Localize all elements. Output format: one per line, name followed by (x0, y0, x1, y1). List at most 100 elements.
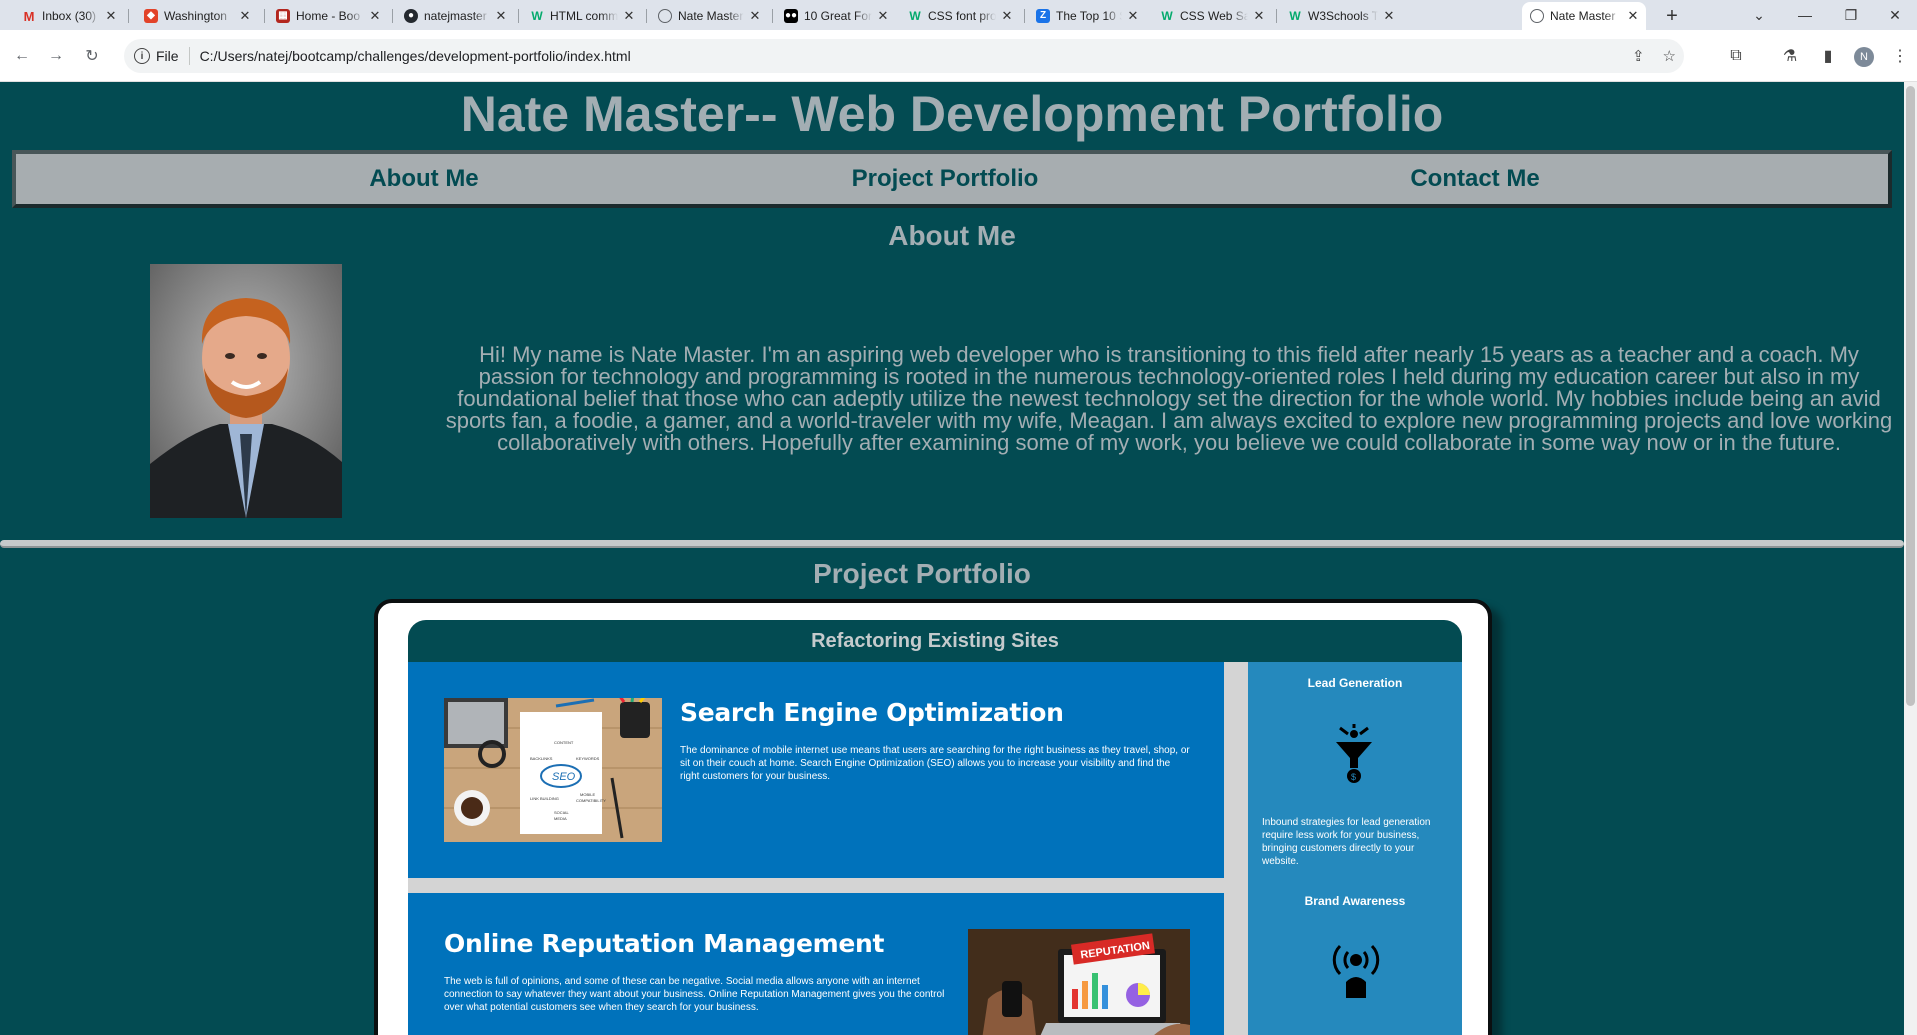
globe-icon (1530, 9, 1544, 23)
reputation-card: Online Reputation Management The web is … (408, 893, 1224, 1035)
tab-label: Home - Boo (296, 9, 361, 23)
reputation-title: Online Reputation Management (444, 929, 885, 958)
profile-avatar[interactable]: N (1854, 47, 1874, 67)
close-icon[interactable]: ✕ (1252, 8, 1266, 24)
tab-separator (518, 9, 519, 23)
seo-word-media: MEDIA (554, 816, 567, 821)
extensions-icon[interactable]: ⧉ (1724, 44, 1748, 68)
lead-generation-heading: Lead Generation (1307, 676, 1403, 690)
seo-title: Search Engine Optimization (680, 698, 1064, 727)
bookmark-star-icon[interactable]: ☆ (1663, 47, 1676, 65)
gmail-icon: M (23, 8, 35, 24)
project-preview[interactable]: Refactoring Existing Sites SEO CONTENT B… (408, 620, 1462, 1035)
close-icon[interactable]: ✕ (1000, 8, 1014, 24)
tab-label: natejmaster (424, 9, 487, 23)
reputation-description: The web is full of opinions, and some of… (444, 976, 945, 1013)
seo-word-backlinks: BACKLINKS (530, 756, 553, 761)
close-icon[interactable]: ✕ (238, 8, 252, 24)
info-icon[interactable]: i (134, 48, 150, 64)
w3schools-icon: W (1161, 9, 1173, 23)
browser-toolbar: ← → ↻ i File C:/Users/natej/bootcamp/cha… (0, 30, 1917, 82)
restore-button[interactable]: ❐ (1828, 0, 1874, 30)
chevron-down-icon[interactable]: ⌄ (1736, 0, 1782, 30)
brand-awareness-heading: Brand Awareness (1304, 894, 1406, 908)
zapier-icon: Z (1036, 9, 1050, 23)
page-title: Nate Master-- Web Development Portfolio (460, 86, 1444, 142)
minimize-button[interactable]: — (1782, 0, 1828, 30)
close-icon[interactable]: ✕ (748, 8, 762, 24)
tab-separator (646, 9, 647, 23)
close-icon[interactable]: ✕ (494, 8, 508, 24)
tab-label: CSS font pro (928, 9, 996, 23)
tab-css-web-safe[interactable]: W CSS Web Saf ✕ (1152, 2, 1272, 30)
w3schools-icon: W (1289, 9, 1301, 23)
portfolio-heading: Project Portfolio (813, 558, 1031, 589)
w3schools-icon: W (909, 9, 921, 23)
tab-separator (392, 9, 393, 23)
lead-generation-text: Inbound strategies for lead generation r… (1262, 817, 1431, 867)
about-heading: About Me (888, 220, 1016, 251)
reputation-image: REPUTATION (968, 929, 1190, 1035)
tab-nate-master[interactable]: Nate Master ✕ (650, 2, 768, 30)
globe-icon (658, 9, 672, 23)
tab-bootcamp-home[interactable]: ▦ Home - Boo ✕ (268, 2, 388, 30)
close-icon[interactable]: ✕ (368, 8, 382, 24)
seo-image: SEO CONTENT BACKLINKS KEYWORDS MOBILE CO… (444, 698, 662, 842)
close-window-button[interactable]: ✕ (1872, 0, 1917, 30)
omnibox-actions: ⇪ ☆ (1632, 39, 1676, 73)
project-sidebar: Lead Generation $ Inbound strategies for… (1248, 662, 1462, 1035)
svg-text:$: $ (1351, 772, 1356, 782)
close-icon[interactable]: ✕ (104, 8, 118, 24)
seo-description: The dominance of mobile internet use mea… (680, 745, 1190, 782)
tab-label: Inbox (30) - (42, 9, 100, 23)
seo-word-keywords: KEYWORDS (576, 756, 600, 761)
close-icon[interactable]: ✕ (876, 8, 890, 24)
seo-word-link-building: LINK BUILDING (530, 796, 559, 801)
tab-nate-master-active[interactable]: Nate Master ✕ (1522, 2, 1646, 30)
seo-word-content: CONTENT (554, 740, 574, 745)
scrollbar-thumb[interactable] (1906, 86, 1915, 706)
back-icon[interactable]: ← (10, 44, 34, 68)
tab-separator (772, 9, 773, 23)
tab-w3schools[interactable]: W W3Schools T ✕ (1280, 2, 1520, 30)
close-icon[interactable]: ✕ (1382, 8, 1396, 24)
tab-washington[interactable]: ◆ Washington ✕ (136, 2, 258, 30)
bootcamp-icon: ▦ (276, 9, 290, 23)
nav-link-about-me[interactable]: About Me (369, 154, 478, 204)
close-icon[interactable]: ✕ (1126, 8, 1140, 24)
broadcast-person-icon (1330, 942, 1382, 1003)
medium-icon: ●● (784, 9, 798, 23)
share-icon[interactable]: ⇪ (1632, 47, 1645, 65)
tab-html-comments[interactable]: W HTML comm ✕ (522, 2, 642, 30)
nav-link-contact-me[interactable]: Contact Me (1410, 154, 1539, 204)
tab-label: 10 Great For (804, 9, 872, 23)
tab-inbox[interactable]: M Inbox (30) - ✕ (14, 2, 124, 30)
w3schools-icon: W (531, 9, 543, 23)
side-panel-icon[interactable]: ▮ (1816, 44, 1840, 68)
reload-icon[interactable]: ↻ (80, 44, 104, 68)
tab-separator (264, 9, 265, 23)
tab-label: Washington (164, 9, 227, 23)
new-tab-button[interactable]: + (1658, 4, 1686, 28)
seo-image-text: SEO (552, 771, 576, 783)
tab-label: CSS Web Saf (1180, 9, 1248, 23)
address-bar[interactable]: i File C:/Users/natej/bootcamp/challenge… (124, 39, 1684, 73)
url-text[interactable]: C:/Users/natej/bootcamp/challenges/devel… (200, 48, 631, 64)
nav-link-project-portfolio[interactable]: Project Portfolio (852, 154, 1039, 204)
close-icon[interactable]: ✕ (1626, 8, 1640, 24)
tab-github[interactable]: ● natejmaster ✕ (396, 2, 514, 30)
page-scrollbar[interactable] (1904, 82, 1917, 1035)
seo-word-compatibility: COMPATIBILITY (576, 798, 606, 803)
tab-separator (1276, 9, 1277, 23)
section-divider (0, 540, 1904, 548)
tab-css-font-property[interactable]: W CSS font pro ✕ (900, 2, 1020, 30)
menu-kebab-icon[interactable]: ⋮ (1888, 44, 1912, 68)
seo-word-mobile: MOBILE (580, 792, 595, 797)
forward-icon[interactable]: → (44, 44, 68, 68)
site-navigation: About Me Project Portfolio Contact Me (12, 150, 1892, 208)
tab-label: W3Schools T (1308, 9, 1378, 23)
close-icon[interactable]: ✕ (622, 8, 636, 24)
scheme-label: File (156, 48, 179, 64)
labs-icon[interactable]: ⚗ (1778, 44, 1802, 68)
page-viewport: Nate Master-- Web Development Portfolio … (0, 82, 1904, 1035)
